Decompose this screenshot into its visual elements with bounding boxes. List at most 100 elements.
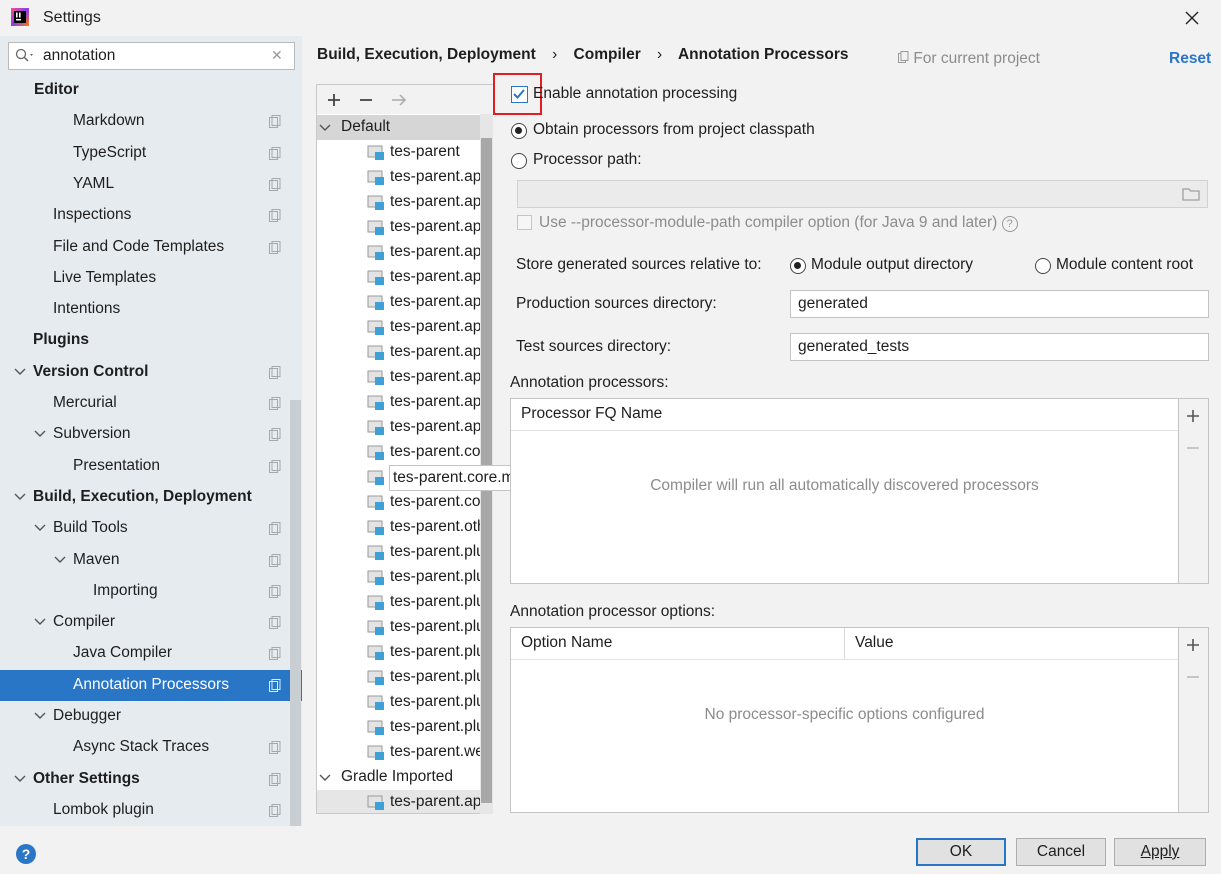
- module-item[interactable]: tes-parent.plu: [317, 565, 493, 590]
- module-item[interactable]: tes-parent.plu: [317, 665, 493, 690]
- module-item[interactable]: tes-parent.app: [317, 190, 493, 215]
- processor-path-field: [517, 180, 1208, 208]
- module-item[interactable]: tes-parent.app: [317, 290, 493, 315]
- module-item[interactable]: tes-parent.app: [317, 790, 493, 813]
- obtain-from-classpath-radio[interactable]: [511, 123, 527, 139]
- module-item[interactable]: tes-parent.cor: [317, 440, 493, 465]
- enable-annotation-checkbox[interactable]: [511, 86, 528, 103]
- sidebar-item[interactable]: TypeScript: [0, 138, 302, 169]
- clear-search-icon[interactable]: ✕: [271, 47, 283, 64]
- add-option-icon[interactable]: [1186, 638, 1200, 652]
- module-item[interactable]: tes-parent.app: [317, 265, 493, 290]
- sidebar-item[interactable]: Annotation Processors: [0, 669, 302, 701]
- sidebar-item-label: Lombok plugin: [53, 800, 154, 818]
- intellij-logo-icon: [11, 8, 29, 26]
- sidebar-item[interactable]: Java Compiler: [0, 638, 302, 669]
- module-item[interactable]: tes-parent: [317, 140, 493, 165]
- module-item[interactable]: tes-parent.plu: [317, 590, 493, 615]
- sidebar-item[interactable]: File and Code Templates: [0, 232, 302, 263]
- sidebar-item-label: YAML: [73, 174, 115, 192]
- sidebar-item[interactable]: Presentation: [0, 451, 302, 482]
- chevron-down-icon[interactable]: [14, 366, 26, 378]
- remove-icon[interactable]: [359, 93, 373, 107]
- profile-group[interactable]: Default: [317, 115, 481, 140]
- sidebar-item[interactable]: Inspections: [0, 200, 302, 231]
- sidebar-item[interactable]: Lombok plugin: [0, 795, 302, 826]
- sidebar-item[interactable]: Subversion: [0, 419, 302, 450]
- module-item[interactable]: tes-parent.app: [317, 315, 493, 340]
- options-table[interactable]: Option Name Value No processor-specific …: [510, 627, 1179, 813]
- module-label: tes-parent.app: [390, 393, 490, 410]
- sidebar-item[interactable]: Maven: [0, 545, 302, 576]
- module-output-radio[interactable]: [790, 258, 806, 274]
- production-dir-input[interactable]: [790, 290, 1209, 318]
- module-item[interactable]: tes-parent.app: [317, 215, 493, 240]
- settings-search-input[interactable]: annotation ✕: [8, 42, 295, 70]
- ok-button[interactable]: OK: [916, 838, 1006, 866]
- module-item[interactable]: tes-parent.plu: [317, 640, 493, 665]
- module-item[interactable]: tes-parent.plu: [317, 540, 493, 565]
- sidebar-item[interactable]: Async Stack Traces: [0, 732, 302, 763]
- apply-button[interactable]: Apply: [1114, 838, 1206, 866]
- chevron-down-icon[interactable]: [319, 122, 331, 134]
- help-button[interactable]: ?: [16, 844, 36, 864]
- module-item[interactable]: tes-parent.app: [317, 365, 493, 390]
- chevron-down-icon[interactable]: [34, 428, 46, 440]
- sidebar-item[interactable]: Editor: [0, 75, 302, 106]
- move-right-icon[interactable]: [391, 93, 407, 107]
- test-dir-input[interactable]: [790, 333, 1209, 361]
- close-window-button[interactable]: [1172, 0, 1212, 36]
- module-item[interactable]: tes-parent.app: [317, 165, 493, 190]
- chevron-down-icon[interactable]: [54, 554, 66, 566]
- sidebar-item[interactable]: Build Tools: [0, 513, 302, 544]
- module-item[interactable]: tes-parent.app: [317, 340, 493, 365]
- chevron-down-icon[interactable]: [319, 772, 331, 784]
- module-item[interactable]: tes-parent.plu: [317, 615, 493, 640]
- module-item[interactable]: tes-parent.app: [317, 240, 493, 265]
- module-item[interactable]: tes-parent.wel: [317, 740, 493, 765]
- sidebar-scrollbar[interactable]: [290, 400, 301, 826]
- module-item[interactable]: tes-parent.app: [317, 390, 493, 415]
- sidebar-item[interactable]: Intentions: [0, 294, 302, 325]
- processor-path-radio[interactable]: [511, 153, 527, 169]
- sidebar-item-label: Maven: [73, 550, 120, 568]
- module-content-root-radio[interactable]: [1035, 258, 1051, 274]
- module-label: tes-parent.app: [390, 368, 490, 385]
- profile-group[interactable]: Gradle Imported: [317, 765, 481, 790]
- chevron-down-icon[interactable]: [34, 616, 46, 628]
- module-item[interactable]: tes-parent.cor: [317, 490, 493, 515]
- sidebar-item[interactable]: Plugins: [0, 325, 302, 356]
- sidebar-item-label: Intentions: [53, 300, 121, 318]
- project-scope-icon: [269, 803, 281, 817]
- sidebar-item[interactable]: Version Control: [0, 357, 302, 388]
- sidebar-item[interactable]: Other Settings: [0, 764, 302, 795]
- sidebar-item[interactable]: Build, Execution, Deployment: [0, 482, 302, 513]
- profiles-toolbar: [316, 84, 493, 114]
- sidebar-item[interactable]: Compiler: [0, 607, 302, 638]
- sidebar-item[interactable]: Markdown: [0, 106, 302, 137]
- chevron-down-icon[interactable]: [14, 491, 26, 503]
- cancel-button[interactable]: Cancel: [1016, 838, 1106, 866]
- chevron-down-icon[interactable]: [14, 773, 26, 785]
- module-item[interactable]: tes-parent.app: [317, 415, 493, 440]
- reset-link[interactable]: Reset: [1169, 50, 1211, 68]
- processors-table[interactable]: Processor FQ Name Compiler will run all …: [510, 398, 1179, 584]
- sidebar-item[interactable]: YAML: [0, 169, 302, 200]
- chevron-down-icon[interactable]: [34, 522, 46, 534]
- sidebar-item-label: File and Code Templates: [53, 237, 225, 255]
- add-processor-icon[interactable]: [1186, 409, 1200, 423]
- module-icon: [367, 170, 384, 185]
- remove-option-icon: [1187, 676, 1199, 678]
- add-icon[interactable]: [327, 93, 341, 107]
- chevron-down-icon[interactable]: [34, 710, 46, 722]
- sidebar-item[interactable]: Debugger: [0, 701, 302, 732]
- project-scope-icon: [269, 209, 281, 223]
- module-item[interactable]: tes-parent.oth: [317, 515, 493, 540]
- checkmark-icon: [513, 89, 525, 99]
- module-item[interactable]: tes-parent.plu: [317, 715, 493, 740]
- module-item[interactable]: tes-parent.plu: [317, 690, 493, 715]
- project-scope-icon: [269, 428, 281, 442]
- sidebar-item[interactable]: Importing: [0, 576, 302, 607]
- sidebar-item[interactable]: Live Templates: [0, 263, 302, 294]
- sidebar-item[interactable]: Mercurial: [0, 388, 302, 419]
